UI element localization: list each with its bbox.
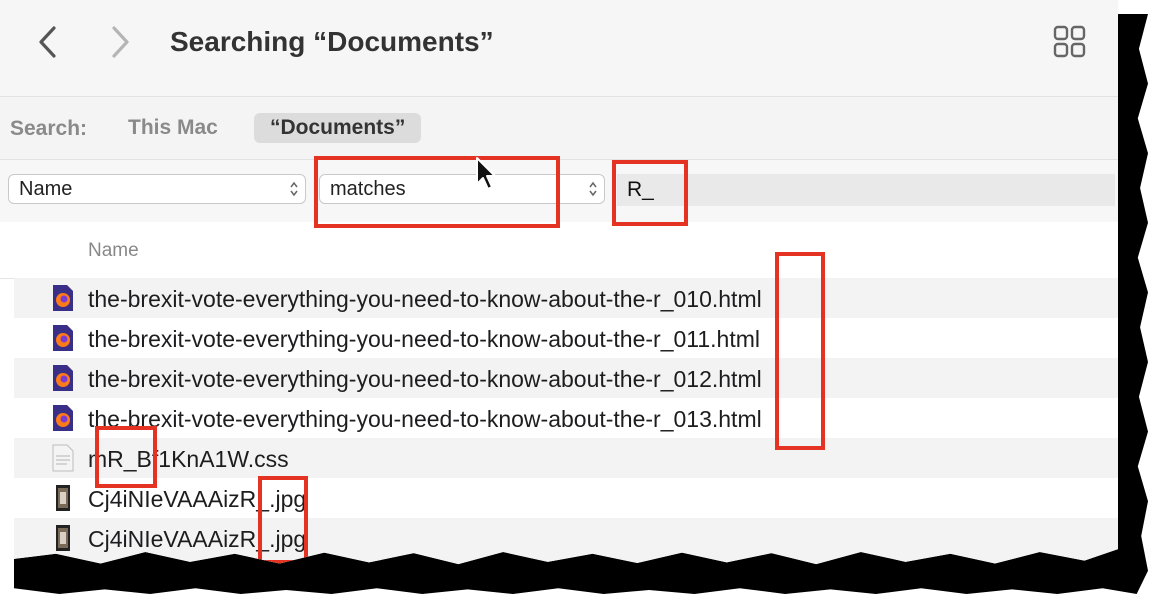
highlight-box-r-underscore-jpg (258, 476, 308, 564)
chevron-left-icon (39, 26, 56, 58)
mouse-pointer-icon (476, 157, 496, 190)
finder-window: Searching “Documents” Search: This Mac “… (0, 0, 1118, 565)
name-column-header[interactable]: Name (88, 240, 139, 262)
grid-view-icon (1053, 25, 1086, 58)
list-item[interactable]: the-brexit-vote-everything-you-need-to-k… (14, 318, 1118, 358)
updown-arrows-icon (589, 181, 597, 197)
firefox-html-icon (53, 365, 73, 391)
attribute-popup[interactable]: Name (8, 174, 306, 204)
toolbar: Searching “Documents” (0, 0, 1118, 97)
file-name: the-brexit-vote-everything-you-need-to-k… (88, 406, 762, 432)
highlight-box-r-underscore-css (95, 426, 157, 488)
highlight-box-operator (314, 156, 560, 228)
list-item[interactable]: the-brexit-vote-everything-you-need-to-k… (14, 278, 1118, 318)
updown-arrows-icon (290, 181, 298, 197)
list-column-header: Name (0, 222, 1118, 279)
back-button[interactable] (28, 22, 68, 62)
jpg-thumbnail-icon (56, 525, 70, 551)
list-item[interactable]: mR_Bf1KnA1W.css (14, 438, 1118, 478)
css-document-icon (52, 444, 74, 472)
scope-documents-button[interactable]: “Documents” (254, 113, 422, 143)
search-scope-bar: Search: This Mac “Documents” (0, 97, 1118, 160)
firefox-html-icon (53, 285, 73, 311)
attribute-popup-label: Name (19, 178, 73, 200)
view-mode-button[interactable] (1052, 24, 1088, 60)
file-list: the-brexit-vote-everything-you-need-to-k… (14, 278, 1118, 558)
window-title: Searching “Documents” (170, 26, 494, 57)
highlight-box-value (612, 160, 688, 226)
chevron-right-icon (112, 26, 129, 58)
scope-this-mac-button[interactable]: This Mac (128, 116, 218, 140)
jpg-thumbnail-icon (56, 485, 70, 511)
file-name: the-brexit-vote-everything-you-need-to-k… (88, 326, 761, 352)
firefox-html-icon (53, 325, 73, 351)
file-name: the-brexit-vote-everything-you-need-to-k… (88, 366, 762, 392)
search-scope-label: Search: (10, 117, 88, 140)
firefox-html-icon (53, 405, 73, 431)
list-item[interactable]: Cj4iNIeVAAAizR_.jpg (14, 518, 1118, 558)
list-item[interactable]: the-brexit-vote-everything-you-need-to-k… (14, 358, 1118, 398)
highlight-box-r-underscore-html (775, 252, 825, 450)
list-item[interactable]: the-brexit-vote-everything-you-need-to-k… (14, 398, 1118, 438)
search-value-field[interactable]: R_ (617, 174, 1115, 206)
forward-button[interactable] (100, 22, 140, 62)
list-item[interactable]: Cj4iNIeVAAAizR_.jpg (14, 478, 1118, 518)
file-name: the-brexit-vote-everything-you-need-to-k… (88, 286, 762, 312)
